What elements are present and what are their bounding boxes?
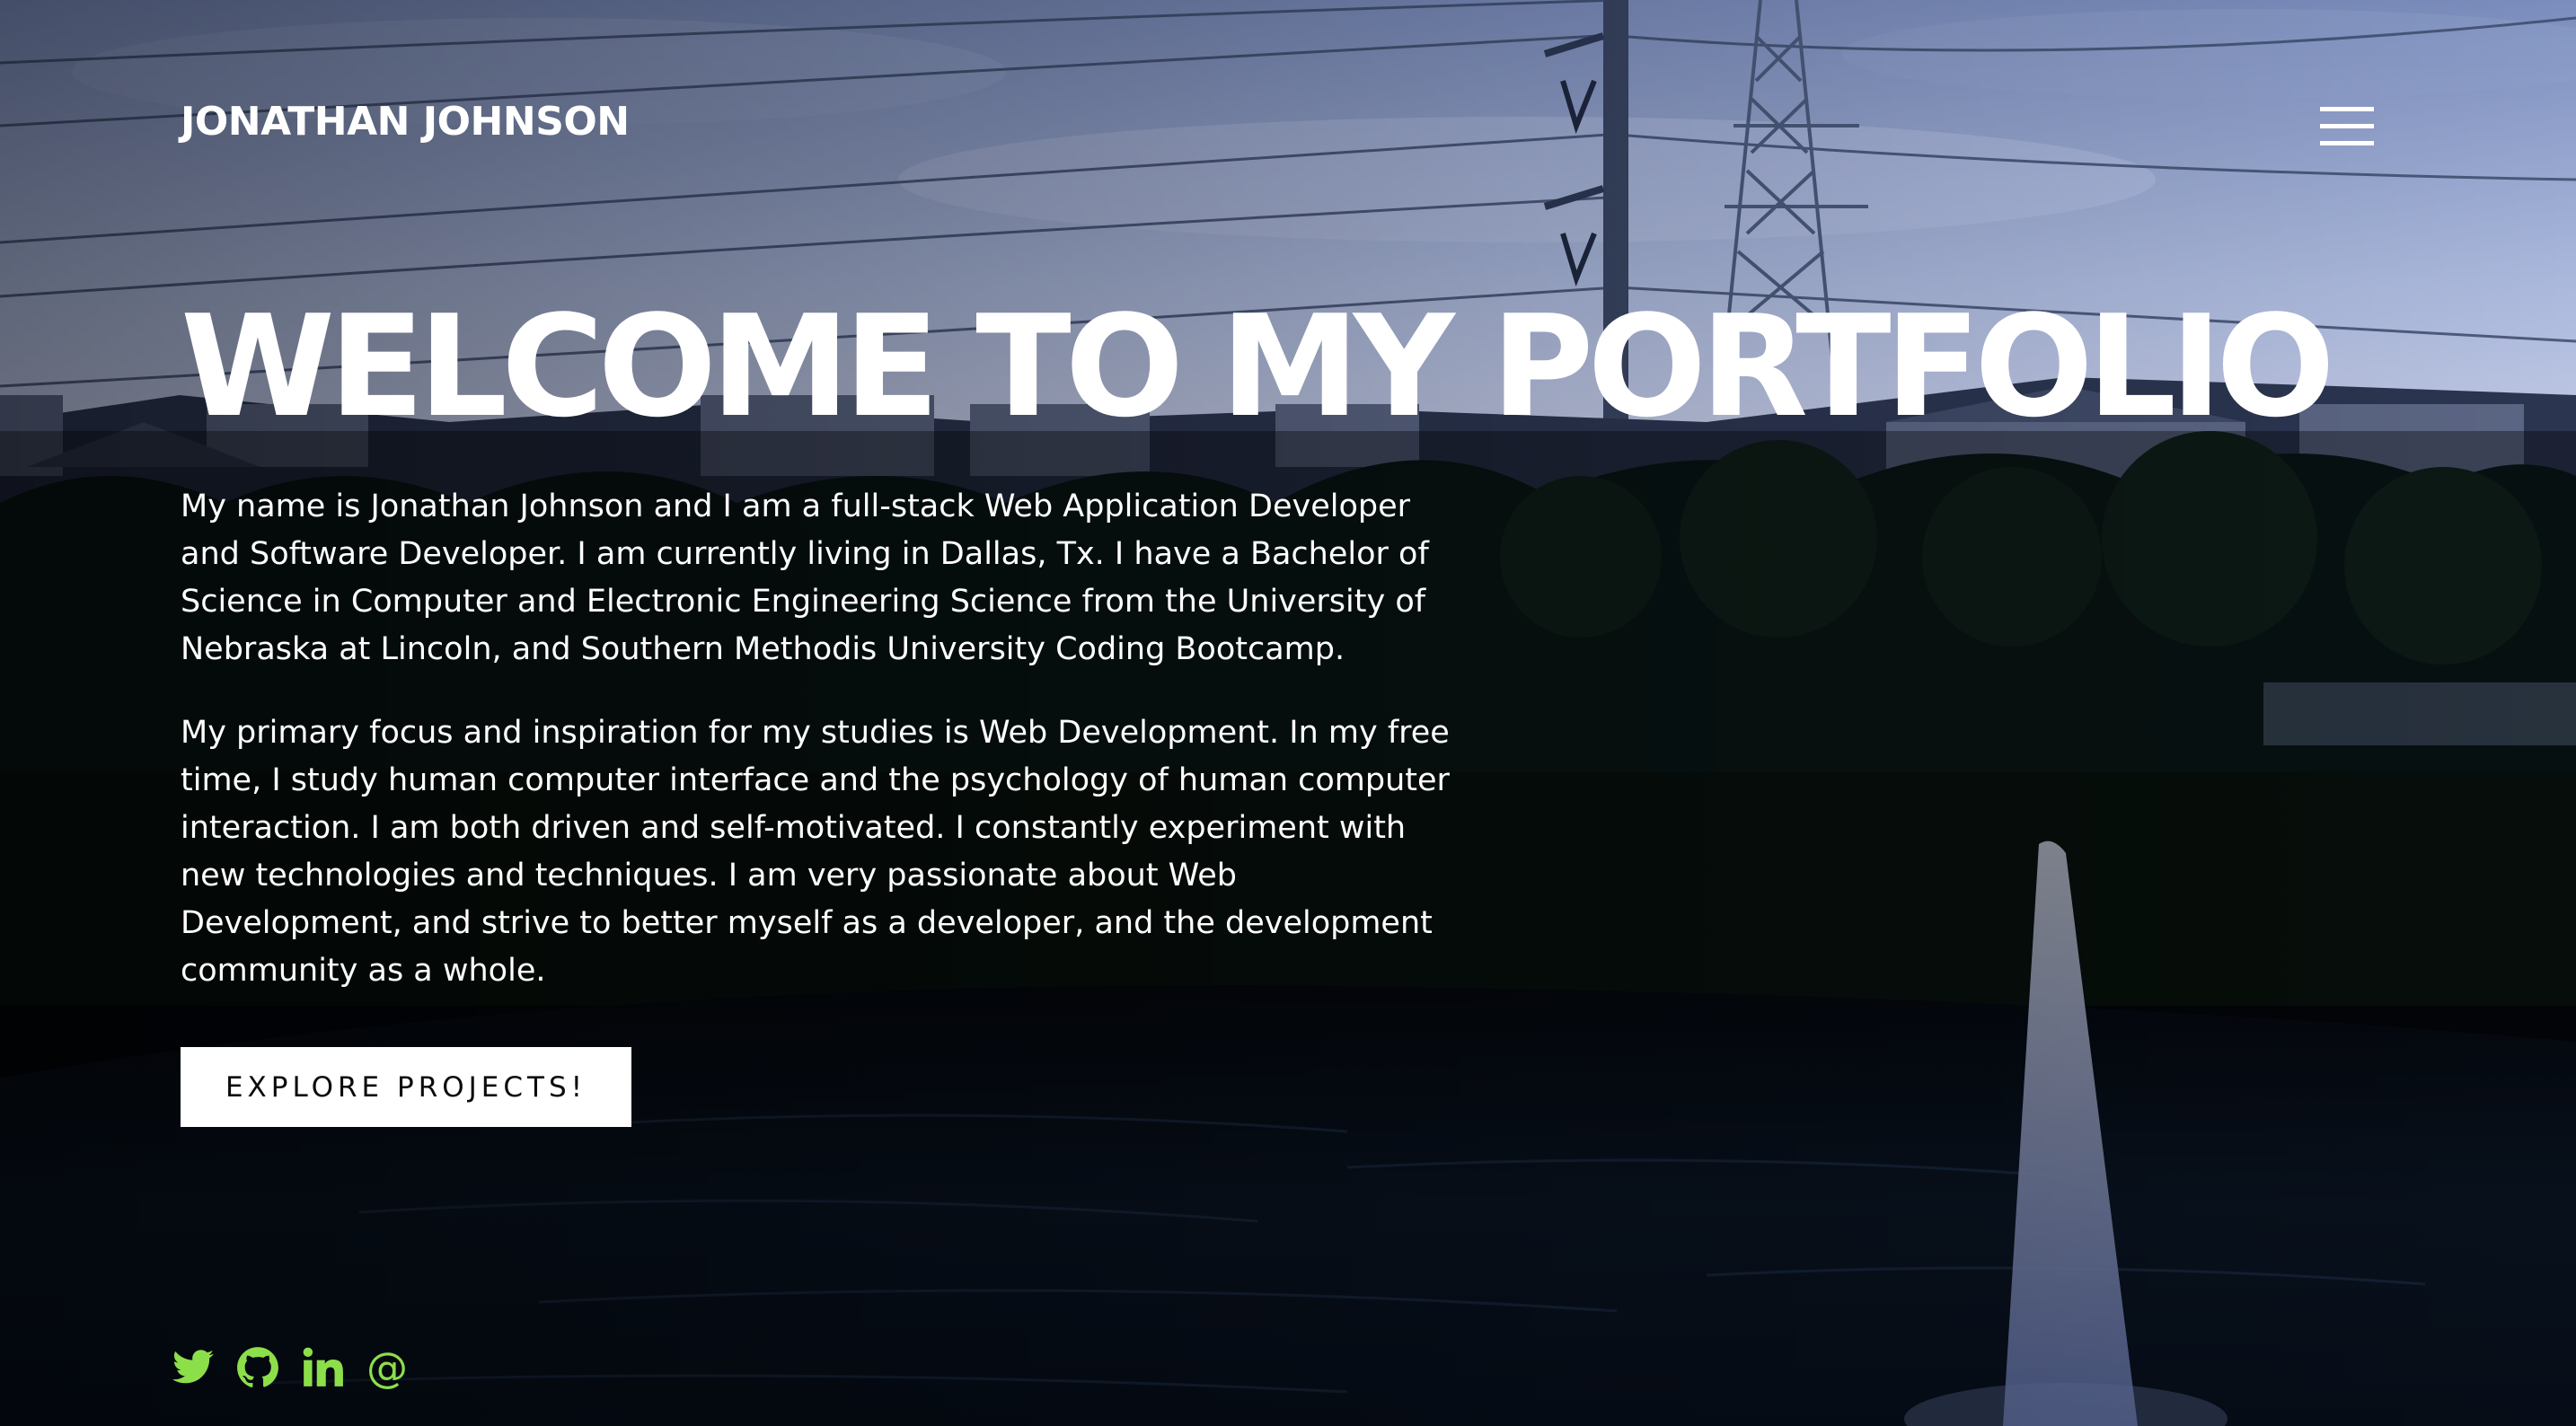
bio-paragraph-focus: My primary focus and inspiration for my … [181,715,1450,989]
menu-bar-middle [2320,124,2374,128]
bio-paragraph-intro: My name is Jonathan Johnson and I am a f… [181,489,1429,667]
menu-bar-bottom [2320,141,2374,145]
email-icon[interactable]: @ [365,1345,410,1390]
github-icon[interactable] [235,1345,280,1390]
menu-bar-top [2320,107,2374,111]
site-logo[interactable]: JONATHAN JOHNSON [181,99,630,145]
hero-section: JONATHAN JOHNSON WELCOME TO MY PORTFOLIO… [0,0,2576,1426]
hero-headline: WELCOME TO MY PORTFOLIO [181,285,2335,448]
explore-projects-button[interactable]: EXPLORE PROJECTS! [181,1047,631,1127]
linkedin-icon[interactable] [300,1345,345,1390]
social-links: @ [171,1345,410,1390]
twitter-icon[interactable] [171,1345,216,1390]
hamburger-menu-icon[interactable] [2316,102,2378,153]
bio-text: My name is Jonathan Johnson and I am a f… [181,483,1465,1031]
